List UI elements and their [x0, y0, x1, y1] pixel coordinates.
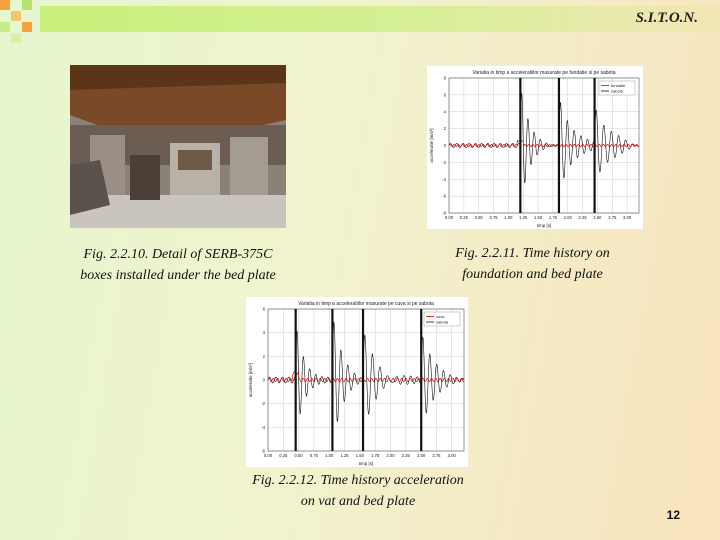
caption-line: Fig. 2.2.12. Time history acceleration: [252, 473, 464, 488]
x-tick-label: 0.00: [445, 215, 454, 220]
x-tick-label: 1.50: [534, 215, 543, 220]
page-number: 12: [666, 508, 680, 522]
caption-line: boxes installed under the bed plate: [80, 268, 276, 283]
x-tick-label: 1.00: [325, 453, 334, 458]
series-line-sabota: [448, 93, 640, 184]
x-tick-label: 2.00: [564, 215, 573, 220]
x-tick-label: 2.25: [402, 453, 411, 458]
x-tick-label: 0.75: [489, 215, 498, 220]
x-axis-label: timp [s]: [359, 461, 374, 466]
legend-label-sabota: sabota: [611, 89, 624, 94]
chart-foundation-svg: Variatia in timp a acceleratiilor masura…: [429, 70, 640, 228]
x-tick-label: 0.50: [475, 215, 484, 220]
x-tick-label: 2.25: [579, 215, 588, 220]
serb-box-photo: [70, 65, 286, 228]
x-tick-label: 1.50: [356, 453, 365, 458]
y-tick-label: -4: [442, 177, 446, 182]
y-tick-label: 0: [444, 143, 447, 148]
figure-caption-vat: Fig. 2.2.12. Time history acceleration o…: [218, 470, 498, 512]
legend-label-fundatie: fundatie: [611, 83, 626, 88]
caption-line: foundation and bed plate: [462, 267, 603, 282]
x-tick-label: 2.75: [608, 215, 617, 220]
x-tick-label: 1.75: [549, 215, 558, 220]
y-tick-label: 6: [444, 92, 447, 97]
chart-vat-svg: Variatia in timp a acceleratiilor masura…: [248, 301, 465, 466]
x-tick-label: 3.00: [623, 215, 632, 220]
x-tick-label: 0.25: [460, 215, 469, 220]
x-tick-label: 2.50: [593, 215, 602, 220]
chart-time-history-foundation: Variatia in timp a acceleratiilor masura…: [427, 66, 643, 229]
legend-label-sabota: sabota: [436, 320, 449, 325]
y-tick-label: 4: [263, 330, 266, 335]
x-tick-label: 0.50: [295, 453, 304, 458]
figure-caption-foundation: Fig. 2.2.11. Time history on foundation …: [425, 243, 640, 285]
figure-caption-photo: Fig. 2.2.10. Detail of SERB-375C boxes i…: [58, 244, 298, 286]
x-tick-label: 1.00: [504, 215, 513, 220]
impact-spike: [557, 78, 561, 213]
legend-label-cuva: cuva: [436, 314, 445, 319]
y-tick-label: 8: [444, 76, 447, 81]
impact-spike: [361, 309, 365, 451]
chart-title: Variatia in timp a acceleratiilor masura…: [298, 301, 434, 307]
y-tick-label: -2: [261, 401, 265, 406]
y-tick-label: 4: [444, 109, 447, 114]
header-title: S.I.T.O.N.: [635, 10, 698, 26]
y-tick-label: -6: [442, 194, 446, 199]
caption-line: on vat and bed plate: [300, 494, 416, 509]
impact-spike: [519, 78, 522, 213]
y-axis-label: acceleratie [m/s²]: [429, 128, 434, 162]
impact-spike: [294, 309, 297, 451]
y-tick-label: 2: [263, 354, 266, 359]
impact-spike: [593, 78, 596, 213]
y-tick-label: 0: [263, 378, 266, 383]
caption-line: Fig. 2.2.11. Time history on: [455, 246, 610, 261]
x-tick-label: 0.75: [310, 453, 319, 458]
x-tick-label: 1.75: [371, 453, 380, 458]
chart-time-history-vat: Variatia in timp a acceleratiilor masura…: [246, 297, 468, 467]
x-tick-label: 0.25: [279, 453, 288, 458]
impact-spike: [420, 309, 423, 451]
series-line-sabota: [267, 321, 465, 422]
header-bar: [40, 6, 720, 32]
y-tick-label: -4: [261, 425, 265, 430]
x-tick-label: 2.50: [417, 453, 426, 458]
x-tick-label: 1.25: [340, 453, 349, 458]
chart-title: Variatia in timp a acceleratiilor masura…: [472, 70, 615, 76]
caption-line: Fig. 2.2.10. Detail of SERB-375C: [83, 247, 273, 262]
y-axis-label: acceleratie [m/s²]: [248, 363, 253, 397]
x-tick-label: 2.00: [386, 453, 395, 458]
x-tick-label: 0.00: [264, 453, 273, 458]
x-tick-label: 2.75: [432, 453, 441, 458]
y-tick-label: 2: [444, 126, 447, 131]
x-tick-label: 3.00: [448, 453, 457, 458]
y-tick-label: 6: [263, 307, 266, 312]
y-tick-label: -2: [442, 160, 446, 165]
impact-spike: [331, 309, 334, 451]
x-tick-label: 1.25: [519, 215, 528, 220]
x-axis-label: timp [s]: [537, 223, 552, 228]
